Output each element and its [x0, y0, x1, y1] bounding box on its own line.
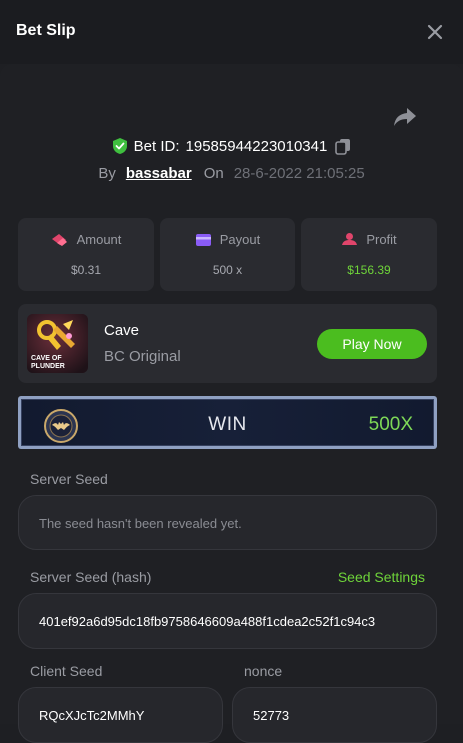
bet-id-row: Bet ID: 19585944223010341	[0, 134, 463, 158]
thumb-title-line1: CAVE OF	[31, 355, 62, 362]
result-multiplier: 500X	[368, 414, 413, 435]
bet-slip-header: Bet Slip	[0, 0, 463, 64]
client-seed-label: Client Seed	[30, 663, 103, 679]
amount-card: Amount $0.31	[18, 218, 154, 291]
on-label: On	[203, 164, 224, 182]
game-thumbnail[interactable]: CAVE OF PLUNDER	[27, 314, 88, 373]
nonce-label: nonce	[244, 663, 283, 679]
amount-label: Amount	[76, 232, 122, 247]
by-label: By	[98, 164, 116, 182]
play-now-button[interactable]: Play Now	[317, 329, 427, 359]
game-provider: BC Original	[104, 348, 181, 365]
payout-value: 500 x	[212, 263, 243, 277]
server-seed-hash-field[interactable]: 401ef92a6d95dc18fb9758646609a488f1cdea2c…	[18, 593, 437, 649]
server-seed-hash-label: Server Seed (hash)	[30, 569, 152, 585]
seed-settings-link[interactable]: Seed Settings	[338, 569, 425, 585]
server-seed-field[interactable]: The seed hasn't been revealed yet.	[18, 495, 437, 550]
bet-id-label: Bet ID:	[133, 137, 180, 155]
bet-id-value: 19585944223010341	[185, 137, 328, 155]
nonce-field[interactable]: 52773	[232, 687, 437, 743]
profit-card: Profit $156.39	[301, 218, 437, 291]
close-icon[interactable]	[425, 22, 445, 42]
profit-label: Profit	[366, 232, 397, 247]
username-link[interactable]: bassabar	[126, 165, 192, 182]
bet-meta-row: By bassabar On 28-6-2022 21:05:25	[0, 162, 463, 184]
win-banner: WIN 500X	[18, 396, 437, 449]
page-title: Bet Slip	[16, 22, 76, 39]
client-seed-field[interactable]: RQcXJcTc2MMhY	[18, 687, 223, 743]
thumb-title-line2: PLUNDER	[31, 363, 65, 370]
amount-value: $0.31	[70, 263, 102, 277]
server-seed-label: Server Seed	[30, 471, 108, 487]
copy-icon[interactable]	[335, 138, 351, 155]
share-icon[interactable]	[392, 106, 418, 128]
profit-icon	[341, 232, 358, 247]
payout-card: Payout 500 x	[160, 218, 295, 291]
game-name: Cave	[104, 322, 140, 339]
amount-icon	[51, 232, 69, 247]
profit-value: $156.39	[347, 263, 391, 277]
game-card: CAVE OF PLUNDER Cave BC Original Play No…	[18, 304, 437, 383]
payout-icon	[195, 233, 212, 247]
verified-shield-icon	[112, 137, 128, 155]
payout-label: Payout	[219, 232, 261, 247]
bet-datetime: 28-6-2022 21:05:25	[233, 164, 365, 182]
